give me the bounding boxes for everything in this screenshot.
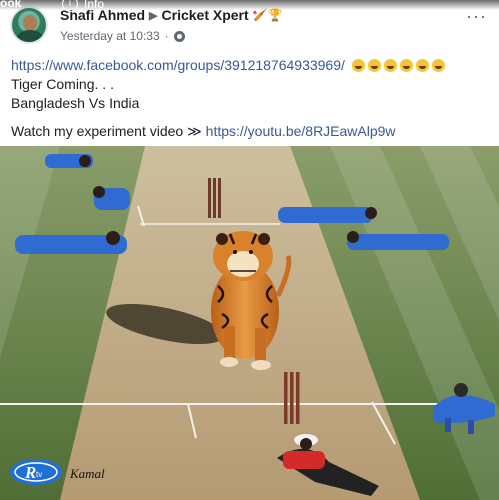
video-prefix: Watch my experiment video <box>11 123 184 139</box>
laughing-emoji-icon <box>383 59 397 72</box>
player-3 <box>278 207 377 223</box>
laughing-emoji-icon <box>415 59 429 72</box>
laughing-emoji-icon <box>431 59 445 72</box>
info-label: Info <box>84 0 105 11</box>
laughing-emoji-icon <box>351 59 365 72</box>
laughing-emoji-group <box>349 57 445 73</box>
post-meta: Yesterday at 10:33 · <box>60 29 185 43</box>
svg-text:tv: tv <box>36 470 42 479</box>
stumps-near <box>284 372 300 424</box>
rtv-logo-icon: R tv <box>10 459 62 485</box>
svg-text:R: R <box>24 463 36 482</box>
stumps-far <box>208 178 221 218</box>
info-icon: i <box>62 0 78 12</box>
post-line-3: Bangladesh Vs India <box>11 95 140 111</box>
player-2 <box>93 186 130 210</box>
public-globe-icon <box>173 30 185 42</box>
post-body: https://www.facebook.com/groups/39121876… <box>11 56 491 141</box>
video-link[interactable]: https://youtu.be/8RJEawAlp9w <box>206 123 396 139</box>
post-photo[interactable]: R tv Kamal <box>0 146 499 500</box>
caret-right-icon: ▶ <box>149 9 158 22</box>
video-line: Watch my experiment video ≫ https://yout… <box>11 122 491 140</box>
link-line: https://www.facebook.com/groups/39121876… <box>11 56 491 74</box>
group-emoji: 🏏🏆 <box>252 8 283 22</box>
post-line-2: Tiger Coming. . . <box>11 76 114 92</box>
overlay-left-text: ook <box>0 0 22 10</box>
laughing-emoji-icon <box>399 59 413 72</box>
info-button[interactable]: i Info <box>62 0 104 12</box>
double-chevron-icon: ≫ <box>187 123 202 139</box>
timestamp[interactable]: Yesterday at 10:33 <box>60 29 160 43</box>
cricket-tiger-image: R tv Kamal <box>0 146 499 500</box>
group-link[interactable]: https://www.facebook.com/groups/39121876… <box>11 57 345 73</box>
avatar[interactable] <box>10 6 48 44</box>
signature: Kamal <box>69 466 105 481</box>
player-1 <box>45 154 93 168</box>
laughing-emoji-icon <box>367 59 381 72</box>
